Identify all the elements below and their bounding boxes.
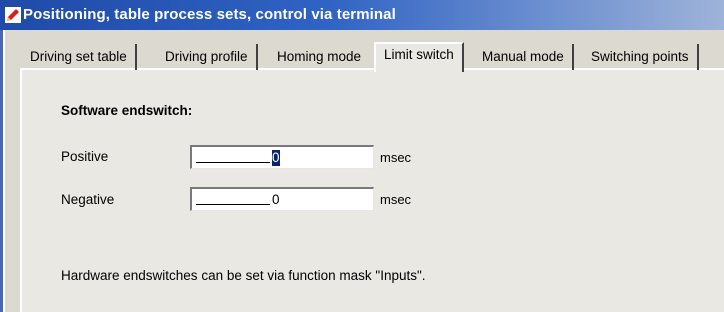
hardware-endswitch-hint: Hardware endswitches can be set via func… <box>61 268 426 283</box>
input-mask-underline <box>196 162 270 163</box>
tab-label: Homing mode <box>277 49 362 64</box>
positive-input[interactable]: 0 <box>190 145 374 169</box>
negative-unit: msec <box>380 192 412 207</box>
tab-label: Driving profile <box>165 49 248 64</box>
tab-driving-profile[interactable]: Driving profile <box>157 44 258 70</box>
positive-label: Positive <box>61 149 109 164</box>
positive-value: 0 <box>272 150 280 166</box>
tab-label: Switching points <box>591 49 689 64</box>
tab-switching-points[interactable]: Switching points <box>583 44 699 70</box>
window-border-highlight <box>3 30 5 312</box>
tab-driving-set-table[interactable]: Driving set table <box>22 44 137 70</box>
edit-pencil-icon <box>5 7 21 23</box>
title-bar[interactable]: Positioning, table process sets, control… <box>0 0 724 30</box>
tab-manual-mode[interactable]: Manual mode <box>474 44 574 70</box>
tab-label: Limit switch <box>384 47 454 62</box>
tab-label: Driving set table <box>30 49 127 64</box>
tab-strip: Driving set table Driving profile Homing… <box>22 42 722 72</box>
window-title: Positioning, table process sets, control… <box>23 6 396 23</box>
section-title: Software endswitch: <box>61 103 193 118</box>
positive-unit: msec <box>380 150 412 165</box>
negative-input[interactable]: 0 <box>190 187 374 211</box>
negative-label: Negative <box>61 192 115 207</box>
negative-value: 0 <box>272 192 280 207</box>
input-mask-underline <box>196 204 270 205</box>
tab-label: Manual mode <box>482 49 564 64</box>
tab-limit-switch[interactable]: Limit switch <box>374 42 464 72</box>
tab-homing-mode[interactable]: Homing mode <box>269 44 369 70</box>
